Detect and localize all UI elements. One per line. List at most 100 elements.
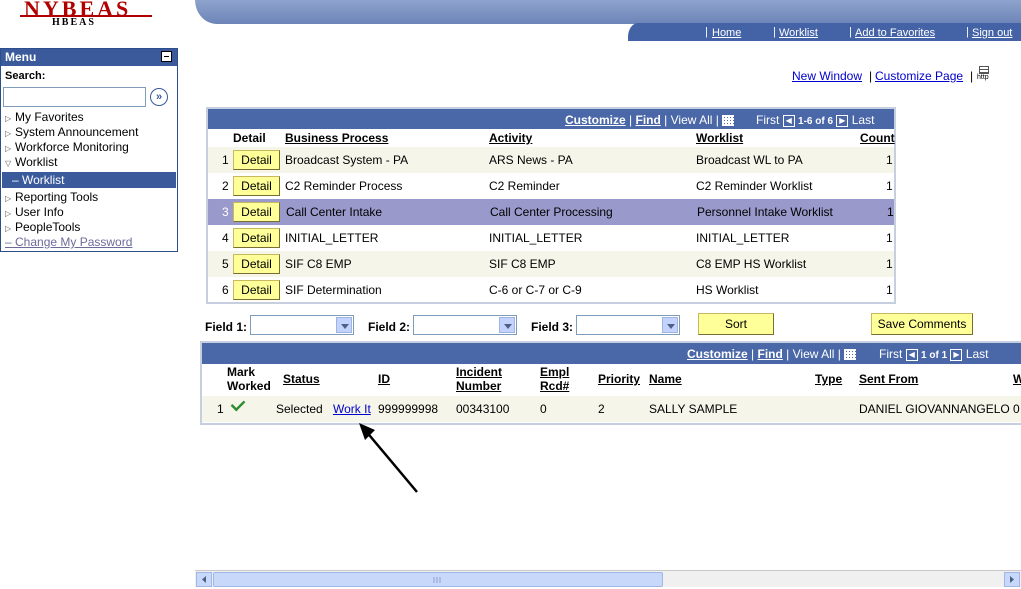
- grid-customize-link[interactable]: Customize: [687, 347, 748, 361]
- grid-view-all-link[interactable]: View All: [671, 113, 713, 127]
- scroll-right-icon[interactable]: [1004, 572, 1020, 587]
- field1-select[interactable]: [250, 315, 354, 335]
- top-banner: [195, 0, 1021, 24]
- col-truncated[interactable]: W: [1013, 372, 1021, 386]
- detail-button[interactable]: Detail: [233, 202, 280, 222]
- previous-icon[interactable]: ◀: [782, 114, 795, 127]
- col-status[interactable]: Status: [283, 372, 320, 386]
- chevron-down-icon[interactable]: [499, 317, 515, 333]
- row-activity: C-6 or C-7 or C-9: [489, 283, 582, 297]
- annotation-arrow-icon: [359, 423, 418, 493]
- col-activity[interactable]: Activity: [489, 131, 532, 145]
- col-incident-number[interactable]: Incident Number: [456, 365, 502, 393]
- sort-button[interactable]: Sort: [698, 313, 774, 335]
- row-number: 3: [222, 205, 229, 219]
- col-empl-rcd[interactable]: Empl Rcd#: [540, 365, 569, 393]
- nav-separator: |: [849, 26, 852, 38]
- http-link-icon[interactable]: http: [977, 66, 993, 82]
- detail-button[interactable]: Detail: [233, 150, 280, 170]
- col-id[interactable]: ID: [378, 372, 390, 386]
- row-sent-from: DANIEL GIOVANNANGELO: [859, 402, 1010, 416]
- menu-item-my-favorites[interactable]: ▷ My Favorites: [5, 110, 84, 124]
- grid-last-label[interactable]: Last: [966, 347, 989, 361]
- col-mark-worked: Mark Worked: [227, 365, 271, 393]
- scroll-left-icon[interactable]: [196, 572, 212, 587]
- detail-button[interactable]: Detail: [233, 176, 280, 196]
- grid-find-link[interactable]: Find: [757, 347, 782, 361]
- new-window-link[interactable]: New Window: [792, 69, 862, 83]
- grid-download-icon[interactable]: [722, 115, 735, 127]
- link-separator: |: [869, 69, 873, 83]
- row-activity: Call Center Processing: [490, 205, 613, 219]
- menu-item-change-password[interactable]: – Change My Password: [5, 235, 132, 249]
- menu-item-worklist-active[interactable]: – Worklist: [2, 172, 176, 188]
- menu-title: Menu: [5, 50, 37, 64]
- nav-worklist-link[interactable]: Worklist: [779, 27, 818, 39]
- grid-customize-link[interactable]: Customize: [565, 113, 626, 127]
- row-number: 1: [217, 402, 224, 416]
- col-sent-from[interactable]: Sent From: [859, 372, 918, 386]
- menu-panel: Menu Search: » ▷ My Favorites ▷ System Ann…: [0, 48, 178, 252]
- scroll-thumb[interactable]: [213, 572, 663, 587]
- minimize-icon[interactable]: [161, 51, 172, 62]
- col-business-process[interactable]: Business Process: [285, 131, 388, 145]
- menu-item-user-info[interactable]: ▷ User Info: [5, 205, 64, 219]
- table-row-selected[interactable]: 3 Detail Call Center Intake Call Center …: [208, 199, 894, 225]
- collapse-icon: ▽: [5, 159, 12, 168]
- row-number: 1: [222, 153, 229, 167]
- field3-select[interactable]: [576, 315, 680, 335]
- chevron-down-icon[interactable]: [336, 317, 352, 333]
- menu-item-peopletools[interactable]: ▷ PeopleTools: [5, 220, 80, 234]
- menu-search-input[interactable]: [3, 87, 146, 107]
- table-row[interactable]: 1 Detail Broadcast System - PA ARS News …: [208, 147, 894, 173]
- table-row[interactable]: 6 Detail SIF Determination C-6 or C-7 or…: [208, 277, 894, 303]
- work-it-link[interactable]: Work It: [333, 402, 371, 416]
- customize-page-link[interactable]: Customize Page: [875, 69, 963, 83]
- grid-first-label[interactable]: First: [756, 113, 779, 127]
- nav-separator: |: [705, 26, 708, 38]
- expand-icon: ▷: [5, 114, 12, 123]
- grid-last-label[interactable]: Last: [852, 113, 875, 127]
- detail-button[interactable]: Detail: [233, 280, 280, 300]
- grid-find-link[interactable]: Find: [635, 113, 660, 127]
- grid-first-label[interactable]: First: [879, 347, 902, 361]
- table-row[interactable]: 1 Selected Work It 999999998 00343100 0 …: [202, 396, 1021, 422]
- grid-view-all-link[interactable]: View All: [793, 347, 835, 361]
- row-activity: ARS News - PA: [489, 153, 573, 167]
- nav-home-link[interactable]: Home: [712, 27, 741, 39]
- menu-search-label: Search:: [5, 70, 46, 82]
- row-number: 2: [222, 179, 229, 193]
- chevron-down-icon[interactable]: [662, 317, 678, 333]
- menu-item-system-announcement[interactable]: ▷ System Announcement: [5, 125, 138, 139]
- row-number: 6: [222, 283, 229, 297]
- row-count: 1: [886, 153, 893, 167]
- col-name[interactable]: Name: [649, 372, 682, 386]
- col-detail: Detail: [233, 131, 266, 145]
- col-priority[interactable]: Priority: [598, 372, 640, 386]
- next-icon[interactable]: ▶: [950, 348, 963, 361]
- menu-item-worklist-folder[interactable]: ▽ Worklist: [5, 155, 57, 169]
- checkmark-icon[interactable]: [230, 396, 246, 412]
- col-count[interactable]: Count: [860, 131, 895, 145]
- save-comments-button[interactable]: Save Comments: [871, 313, 973, 335]
- nav-add-favorites-link[interactable]: Add to Favorites: [855, 27, 935, 39]
- previous-icon[interactable]: ◀: [905, 348, 918, 361]
- col-worklist[interactable]: Worklist: [696, 131, 743, 145]
- detail-button[interactable]: Detail: [233, 254, 280, 274]
- detail-button[interactable]: Detail: [233, 228, 280, 248]
- col-type[interactable]: Type: [815, 372, 842, 386]
- grid-download-icon[interactable]: [844, 349, 857, 361]
- search-go-icon[interactable]: »: [150, 88, 168, 106]
- table-row[interactable]: 4 Detail INITIAL_LETTER INITIAL_LETTER I…: [208, 225, 894, 251]
- row-status: Selected: [276, 402, 323, 416]
- table-row[interactable]: 5 Detail SIF C8 EMP SIF C8 EMP C8 EMP HS…: [208, 251, 894, 277]
- table-row[interactable]: 2 Detail C2 Reminder Process C2 Reminder…: [208, 173, 894, 199]
- nav-sign-out-link[interactable]: Sign out: [972, 27, 1012, 39]
- horizontal-scrollbar[interactable]: [195, 570, 1021, 587]
- row-name: SALLY SAMPLE: [649, 402, 738, 416]
- field2-select[interactable]: [413, 315, 517, 335]
- menu-item-workforce-monitoring[interactable]: ▷ Workforce Monitoring: [5, 140, 129, 154]
- menu-item-reporting-tools[interactable]: ▷ Reporting Tools: [5, 190, 98, 204]
- next-icon[interactable]: ▶: [836, 114, 849, 127]
- logo-subtitle: HBEAS: [52, 17, 96, 28]
